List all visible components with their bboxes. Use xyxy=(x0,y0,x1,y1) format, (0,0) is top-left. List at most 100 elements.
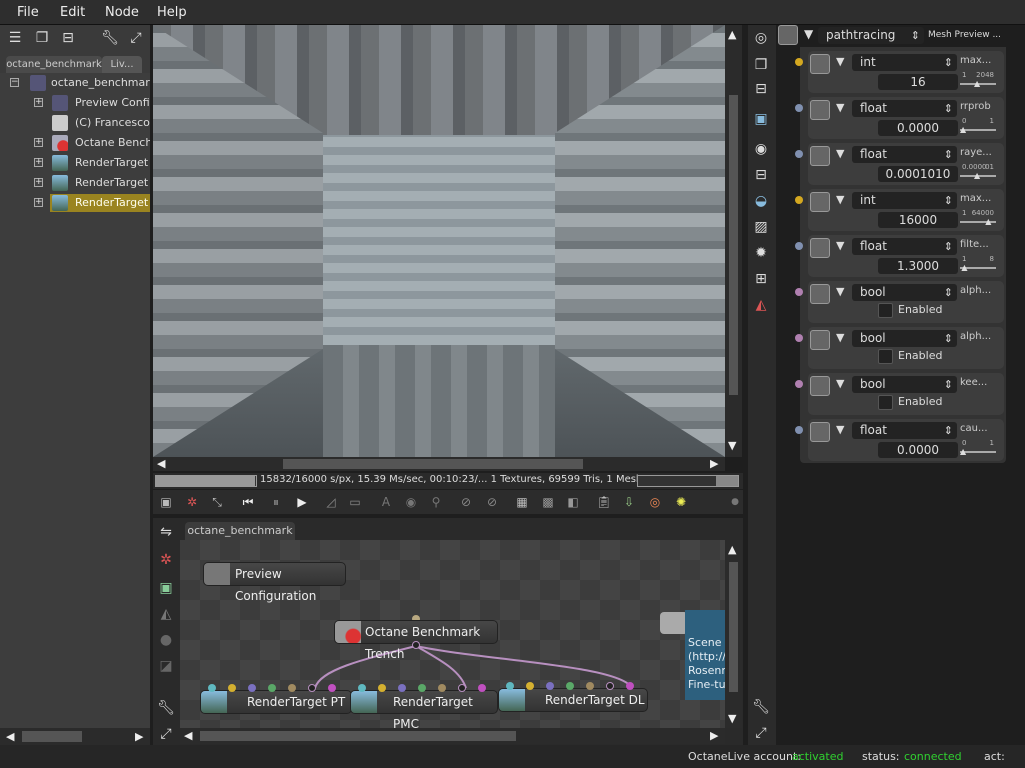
lock-render-icon[interactable]: ⊘ xyxy=(484,494,500,510)
collapse-toggle[interactable]: − xyxy=(10,78,19,87)
pause-icon[interactable]: ⏸ xyxy=(268,494,284,510)
add-mesh-icon[interactable]: ◭ xyxy=(156,604,176,624)
graph-canvas[interactable]: Preview Configuration Octane Benchmark T… xyxy=(180,540,725,731)
imager-icon[interactable]: ▣ xyxy=(751,109,771,129)
mesh-icon[interactable]: ◭ xyxy=(751,295,771,315)
reset-camera-icon[interactable]: ✲ xyxy=(184,494,200,510)
param-type-select[interactable]: float xyxy=(852,146,957,163)
alpha-split-icon[interactable]: ◧ xyxy=(565,494,581,510)
float-type-icon[interactable] xyxy=(810,146,830,166)
expand-toggle[interactable]: + xyxy=(34,98,43,107)
menu-help[interactable]: Help xyxy=(157,5,187,20)
param-pin[interactable] xyxy=(795,104,803,112)
maximize-icon[interactable]: ⤢ xyxy=(156,724,176,744)
collapse-icon[interactable]: ❐ xyxy=(751,55,771,75)
param-pin[interactable] xyxy=(795,242,803,250)
tree-item-root[interactable]: − octane_benchmark xyxy=(0,73,150,93)
expand-icon[interactable]: ⊟ xyxy=(751,79,771,99)
lock-viewport-icon[interactable]: ⊘ xyxy=(458,494,474,510)
options-icon[interactable]: ● xyxy=(727,494,743,510)
float-type-icon[interactable] xyxy=(810,100,830,120)
camera-icon[interactable]: ◎ xyxy=(751,28,771,48)
param-type-select[interactable]: int xyxy=(852,192,957,209)
viewport-hscrollbar[interactable]: ◀ ▶ xyxy=(153,457,725,471)
material-picker-icon[interactable]: ⚲ xyxy=(428,494,444,510)
input-pin[interactable] xyxy=(438,684,446,692)
param-pin[interactable] xyxy=(795,288,803,296)
light-icon[interactable]: ✹ xyxy=(751,243,771,263)
node-rendertarget-pmc[interactable]: RenderTarget PMC xyxy=(350,690,498,731)
graph-menu-icon[interactable]: ⇋ xyxy=(156,522,176,542)
param-pin[interactable] xyxy=(795,196,803,204)
render-layer-icon[interactable]: ⊞ xyxy=(751,269,771,289)
enabled-checkbox[interactable] xyxy=(878,395,893,410)
input-pin[interactable] xyxy=(626,682,634,690)
param-slider[interactable]: 0 1 ▲ xyxy=(960,439,996,457)
wrench-icon[interactable]: 🔧︎ xyxy=(100,28,120,48)
param-slider[interactable]: 1 8 ▲ xyxy=(960,255,996,273)
param-slider[interactable]: 1 64000 ▲ xyxy=(960,209,996,227)
param-type-select[interactable]: bool xyxy=(852,376,957,393)
param-value-field[interactable]: 0.0000 xyxy=(878,120,958,136)
white-balance-icon[interactable]: ◉ xyxy=(403,494,419,510)
save-render-icon[interactable]: ⇩ xyxy=(621,494,637,510)
wrench-icon[interactable]: 🔧︎ xyxy=(156,698,176,718)
expand-arrow[interactable]: ▼ xyxy=(836,55,844,68)
input-pin[interactable] xyxy=(328,684,336,692)
add-rendertarget-icon[interactable]: ▣ xyxy=(156,578,176,598)
menu-node[interactable]: Node xyxy=(105,5,139,20)
param-pin[interactable] xyxy=(795,426,803,434)
param-type-select[interactable]: bool xyxy=(852,330,957,347)
menu-file[interactable]: File xyxy=(17,5,39,20)
comment-node[interactable]: Scene n(http://RosenmFine-tur xyxy=(685,610,725,700)
input-pin[interactable] xyxy=(606,682,614,690)
param-slider[interactable]: 0.0000 01 ▲ xyxy=(960,163,996,181)
param-pin[interactable] xyxy=(795,150,803,158)
tree-item[interactable]: + RenderTarget P xyxy=(0,173,150,193)
tab-scene[interactable]: octane_benchmark xyxy=(6,56,102,74)
tree-item[interactable]: (C) Francesco L xyxy=(0,113,150,133)
expand-icon[interactable]: ⊟ xyxy=(58,28,78,48)
bool-type-icon[interactable] xyxy=(810,284,830,304)
expand-arrow[interactable]: ▼ xyxy=(836,285,844,298)
param-value-field[interactable]: 0.0001010 xyxy=(878,166,958,182)
enabled-checkbox[interactable] xyxy=(878,349,893,364)
image-icon[interactable]: ▨ xyxy=(751,217,771,237)
param-value-field[interactable]: 16000 xyxy=(878,212,958,228)
copy-clipboard-icon[interactable]: 📋︎ xyxy=(596,494,612,510)
input-pin[interactable] xyxy=(248,684,256,692)
collapse-icon[interactable]: ❐ xyxy=(32,28,52,48)
param-type-select[interactable]: float xyxy=(852,422,957,439)
fit-icon[interactable]: ⤡ xyxy=(209,494,225,510)
input-pin[interactable] xyxy=(398,684,406,692)
param-value-field[interactable]: 16 xyxy=(878,74,958,90)
tree-item[interactable]: +Octane Benchmark xyxy=(0,133,150,153)
expand-arrow[interactable]: ▼ xyxy=(836,423,844,436)
input-pin[interactable] xyxy=(586,682,594,690)
param-slider[interactable]: 0 1 ▲ xyxy=(960,117,996,135)
bool-type-icon[interactable] xyxy=(810,376,830,396)
camera-settings-icon[interactable]: ◉ xyxy=(751,139,771,159)
input-pin[interactable] xyxy=(566,682,574,690)
param-slider[interactable]: 1 2048 ▲ xyxy=(960,71,996,89)
node-rendertarget-dl[interactable]: RenderTarget DL xyxy=(498,688,648,712)
expand-toggle[interactable]: + xyxy=(34,158,43,167)
input-pin[interactable] xyxy=(268,684,276,692)
input-pin[interactable] xyxy=(288,684,296,692)
export-passes-icon[interactable]: ◎ xyxy=(647,494,663,510)
kernel-icon[interactable]: ⊟ xyxy=(751,165,771,185)
outliner-scrollbar[interactable]: ◀ ▶ xyxy=(0,728,150,745)
tree-item-selected[interactable]: + RenderTarget P xyxy=(0,193,150,213)
param-value-field[interactable]: 0.0000 xyxy=(878,442,958,458)
node-preview-configuration[interactable]: Preview Configuration xyxy=(203,562,346,603)
tree-item[interactable]: +RenderTarget D xyxy=(0,153,150,173)
bool-type-icon[interactable] xyxy=(810,330,830,350)
input-pin[interactable] xyxy=(208,684,216,692)
expand-toggle[interactable]: + xyxy=(34,138,43,147)
param-type-select[interactable]: bool xyxy=(852,284,957,301)
input-pin[interactable] xyxy=(458,684,466,692)
param-pin[interactable] xyxy=(795,334,803,342)
input-pin[interactable] xyxy=(308,684,316,692)
param-pin[interactable] xyxy=(795,58,803,66)
int-type-icon[interactable] xyxy=(810,192,830,212)
